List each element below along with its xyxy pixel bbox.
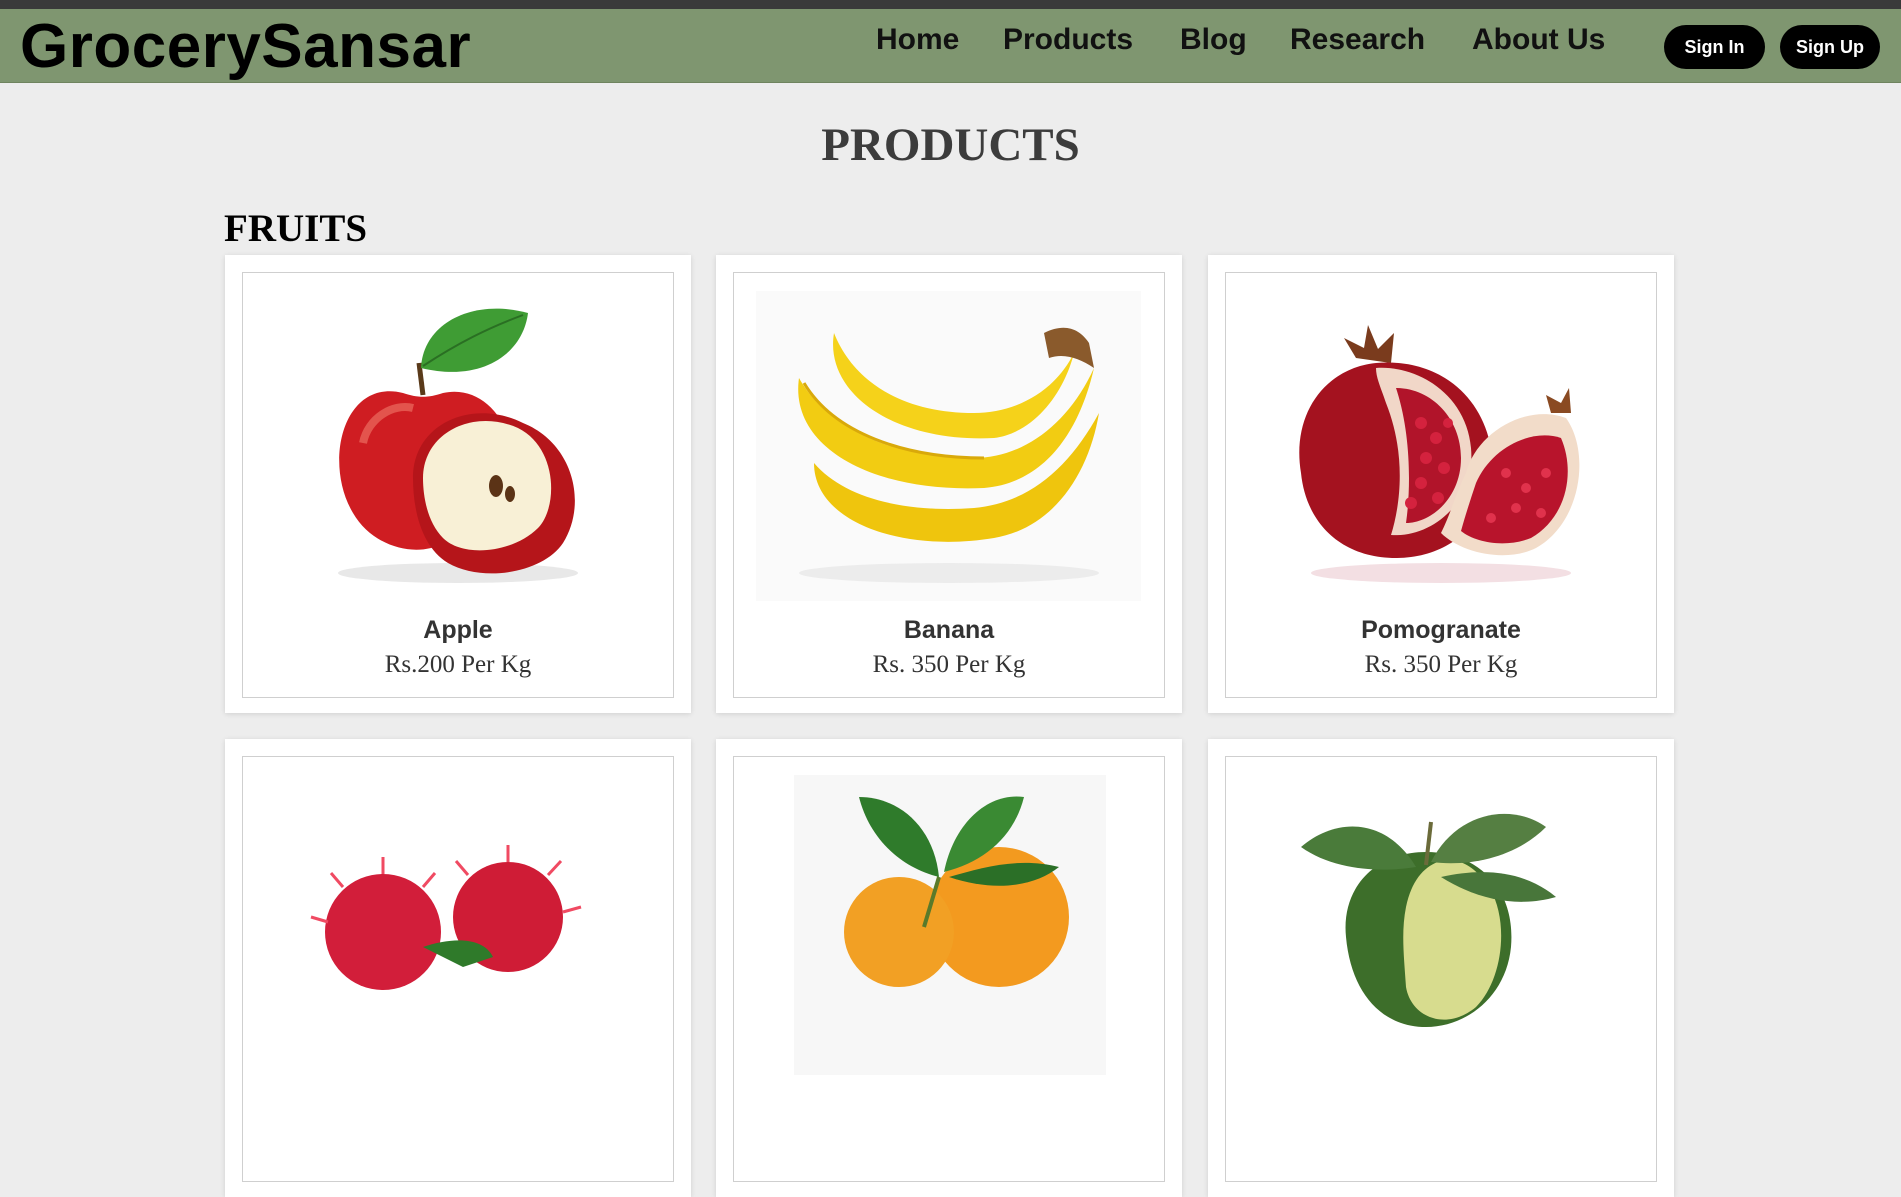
product-price: Rs. 350 Per Kg [872, 651, 1026, 678]
product-name: Apple [423, 616, 493, 644]
product-name: Banana [903, 616, 995, 644]
banana-image [734, 273, 1164, 613]
avocado-image [1226, 757, 1656, 1097]
product-name: Pomogranate [1361, 616, 1521, 644]
section-title-fruits: FRUITS [224, 207, 368, 250]
product-card-rambutan[interactable] [225, 739, 691, 1197]
product-price: Rs.200 Per Kg [384, 651, 532, 678]
orange-image [734, 757, 1164, 1097]
nav-products[interactable]: Products [1003, 23, 1133, 57]
brand-logo[interactable]: GrocerySansar [20, 11, 471, 82]
top-strip [0, 0, 1901, 9]
product-card-apple[interactable]: Apple Rs.200 Per Kg [225, 255, 691, 713]
pomegranate-image [1226, 273, 1656, 613]
card-frame: Apple Rs.200 Per Kg [242, 272, 674, 698]
card-frame: Banana Rs. 350 Per Kg [733, 272, 1165, 698]
page-title: PRODUCTS [821, 119, 1080, 171]
product-card-avocado[interactable] [1208, 739, 1674, 1197]
product-card-orange[interactable] [716, 739, 1182, 1197]
rambutan-image [243, 757, 673, 1097]
nav-research[interactable]: Research [1290, 23, 1425, 57]
nav-blog[interactable]: Blog [1180, 23, 1247, 57]
product-card-banana[interactable]: Banana Rs. 350 Per Kg [716, 255, 1182, 713]
product-card-pomogranate[interactable]: Pomogranate Rs. 350 Per Kg [1208, 255, 1674, 713]
apple-image [243, 273, 673, 613]
navbar: GrocerySansar Home Products Blog Researc… [0, 9, 1901, 83]
card-frame [242, 756, 674, 1182]
sign-up-button[interactable]: Sign Up [1780, 25, 1880, 69]
card-frame: Pomogranate Rs. 350 Per Kg [1225, 272, 1657, 698]
nav-home[interactable]: Home [876, 23, 959, 57]
sign-in-button[interactable]: Sign In [1664, 25, 1765, 69]
card-frame [1225, 756, 1657, 1182]
product-price: Rs. 350 Per Kg [1364, 651, 1518, 678]
card-frame [733, 756, 1165, 1182]
nav-about-us[interactable]: About Us [1472, 23, 1605, 57]
